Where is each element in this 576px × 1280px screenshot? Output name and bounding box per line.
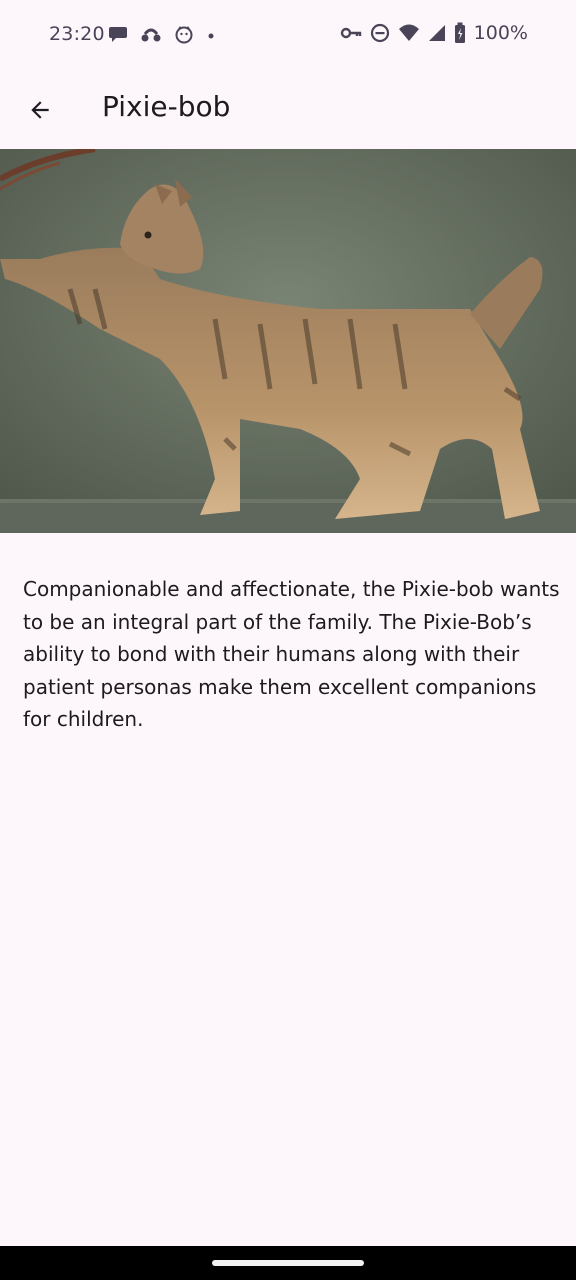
- back-button[interactable]: [16, 86, 64, 134]
- cat-face-icon: [174, 24, 194, 44]
- vpn-key-icon: [340, 23, 362, 43]
- cellular-signal-icon: [428, 23, 446, 43]
- hero-image: [0, 149, 576, 533]
- breed-description: Companionable and affectionate, the Pixi…: [23, 577, 560, 731]
- home-gesture-handle[interactable]: [212, 1260, 364, 1266]
- status-time: 23:20: [49, 23, 105, 45]
- chat-bubble-icon: [108, 24, 128, 44]
- status-notification-icons: [108, 24, 216, 44]
- pixie-bob-cat-photo: [0, 149, 576, 533]
- voicemail-icon: [140, 24, 162, 44]
- status-system-icons: 100%: [340, 22, 528, 44]
- battery-icon: [454, 22, 466, 44]
- dot-icon: [206, 24, 216, 44]
- battery-percentage: 100%: [473, 22, 528, 44]
- page-title: Pixie-bob: [102, 90, 231, 123]
- wifi-icon: [398, 23, 420, 43]
- do-not-disturb-icon: [370, 23, 390, 43]
- status-bar: 23:20 100%: [0, 0, 576, 72]
- arrow-back-icon: [27, 97, 53, 123]
- top-app-bar: Pixie-bob: [0, 72, 576, 148]
- system-navigation-bar: [0, 1246, 576, 1280]
